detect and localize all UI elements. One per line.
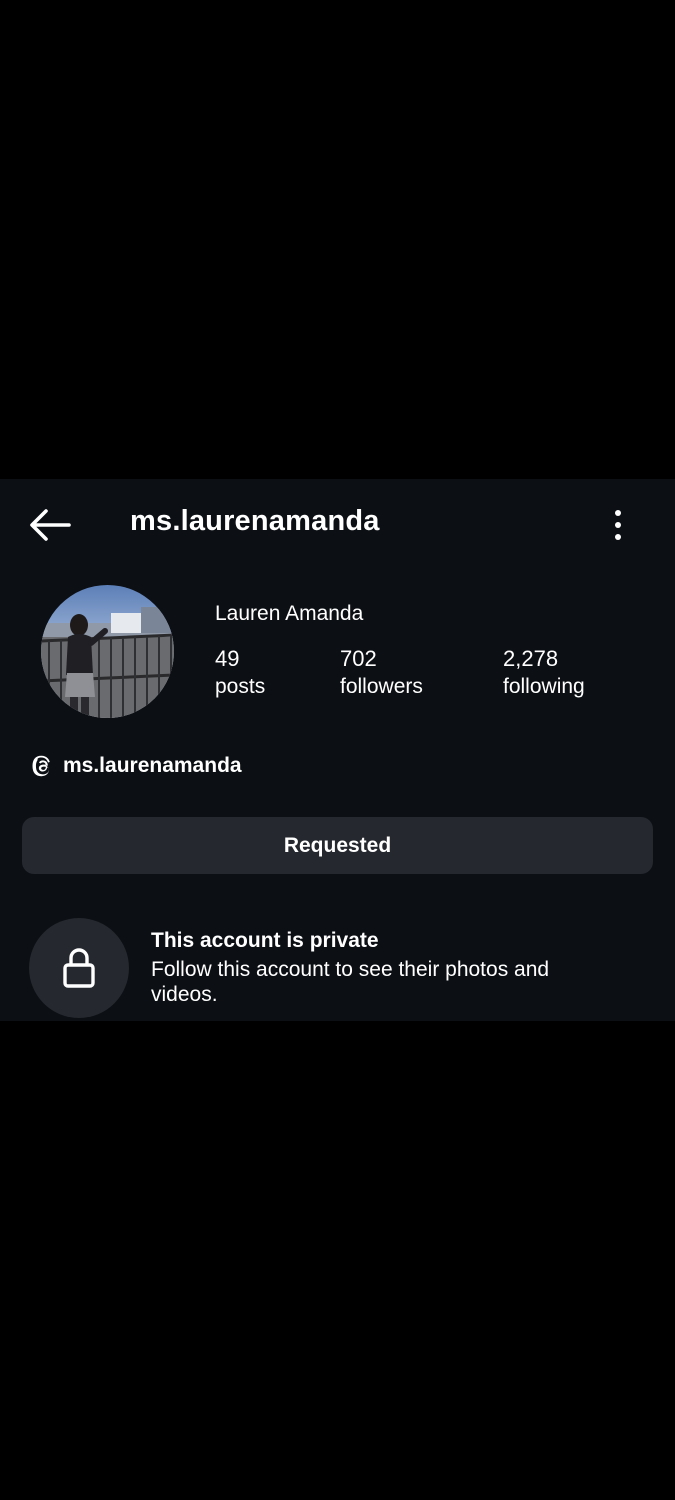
private-lock-badge: [29, 918, 129, 1018]
profile-display-name: Lauren Amanda: [215, 602, 364, 625]
following-count[interactable]: 2,278 following: [503, 645, 585, 701]
private-account-description: Follow this account to see their photos …: [151, 958, 550, 1006]
avatar[interactable]: [41, 585, 174, 718]
more-vertical-icon: [615, 510, 621, 540]
page-title: ms.laurenamanda: [130, 505, 380, 537]
top-bar: ms.laurenamanda: [0, 479, 675, 569]
private-account-title: This account is private: [151, 929, 379, 952]
lock-icon: [63, 948, 95, 988]
arrow-left-icon: [30, 509, 71, 541]
threads-profile-link[interactable]: ms.laurenamanda: [30, 751, 242, 781]
posts-count-value: 49: [215, 646, 240, 671]
posts-count-label: posts: [215, 675, 266, 698]
followers-count[interactable]: 702 followers: [340, 645, 423, 701]
following-count-value: 2,278: [503, 646, 559, 671]
profile-screen: ms.laurenamanda Lauren Amanda 49 posts 7…: [0, 479, 675, 1021]
posts-count[interactable]: 49 posts: [215, 645, 265, 701]
followers-count-label: followers: [340, 675, 423, 698]
following-count-label: following: [503, 675, 585, 698]
back-button[interactable]: [26, 503, 74, 547]
threads-handle: ms.laurenamanda: [63, 754, 242, 777]
more-options-button[interactable]: [600, 505, 636, 545]
requested-button[interactable]: Requested: [22, 817, 653, 874]
threads-icon: [32, 755, 50, 776]
followers-count-value: 702: [340, 646, 377, 671]
